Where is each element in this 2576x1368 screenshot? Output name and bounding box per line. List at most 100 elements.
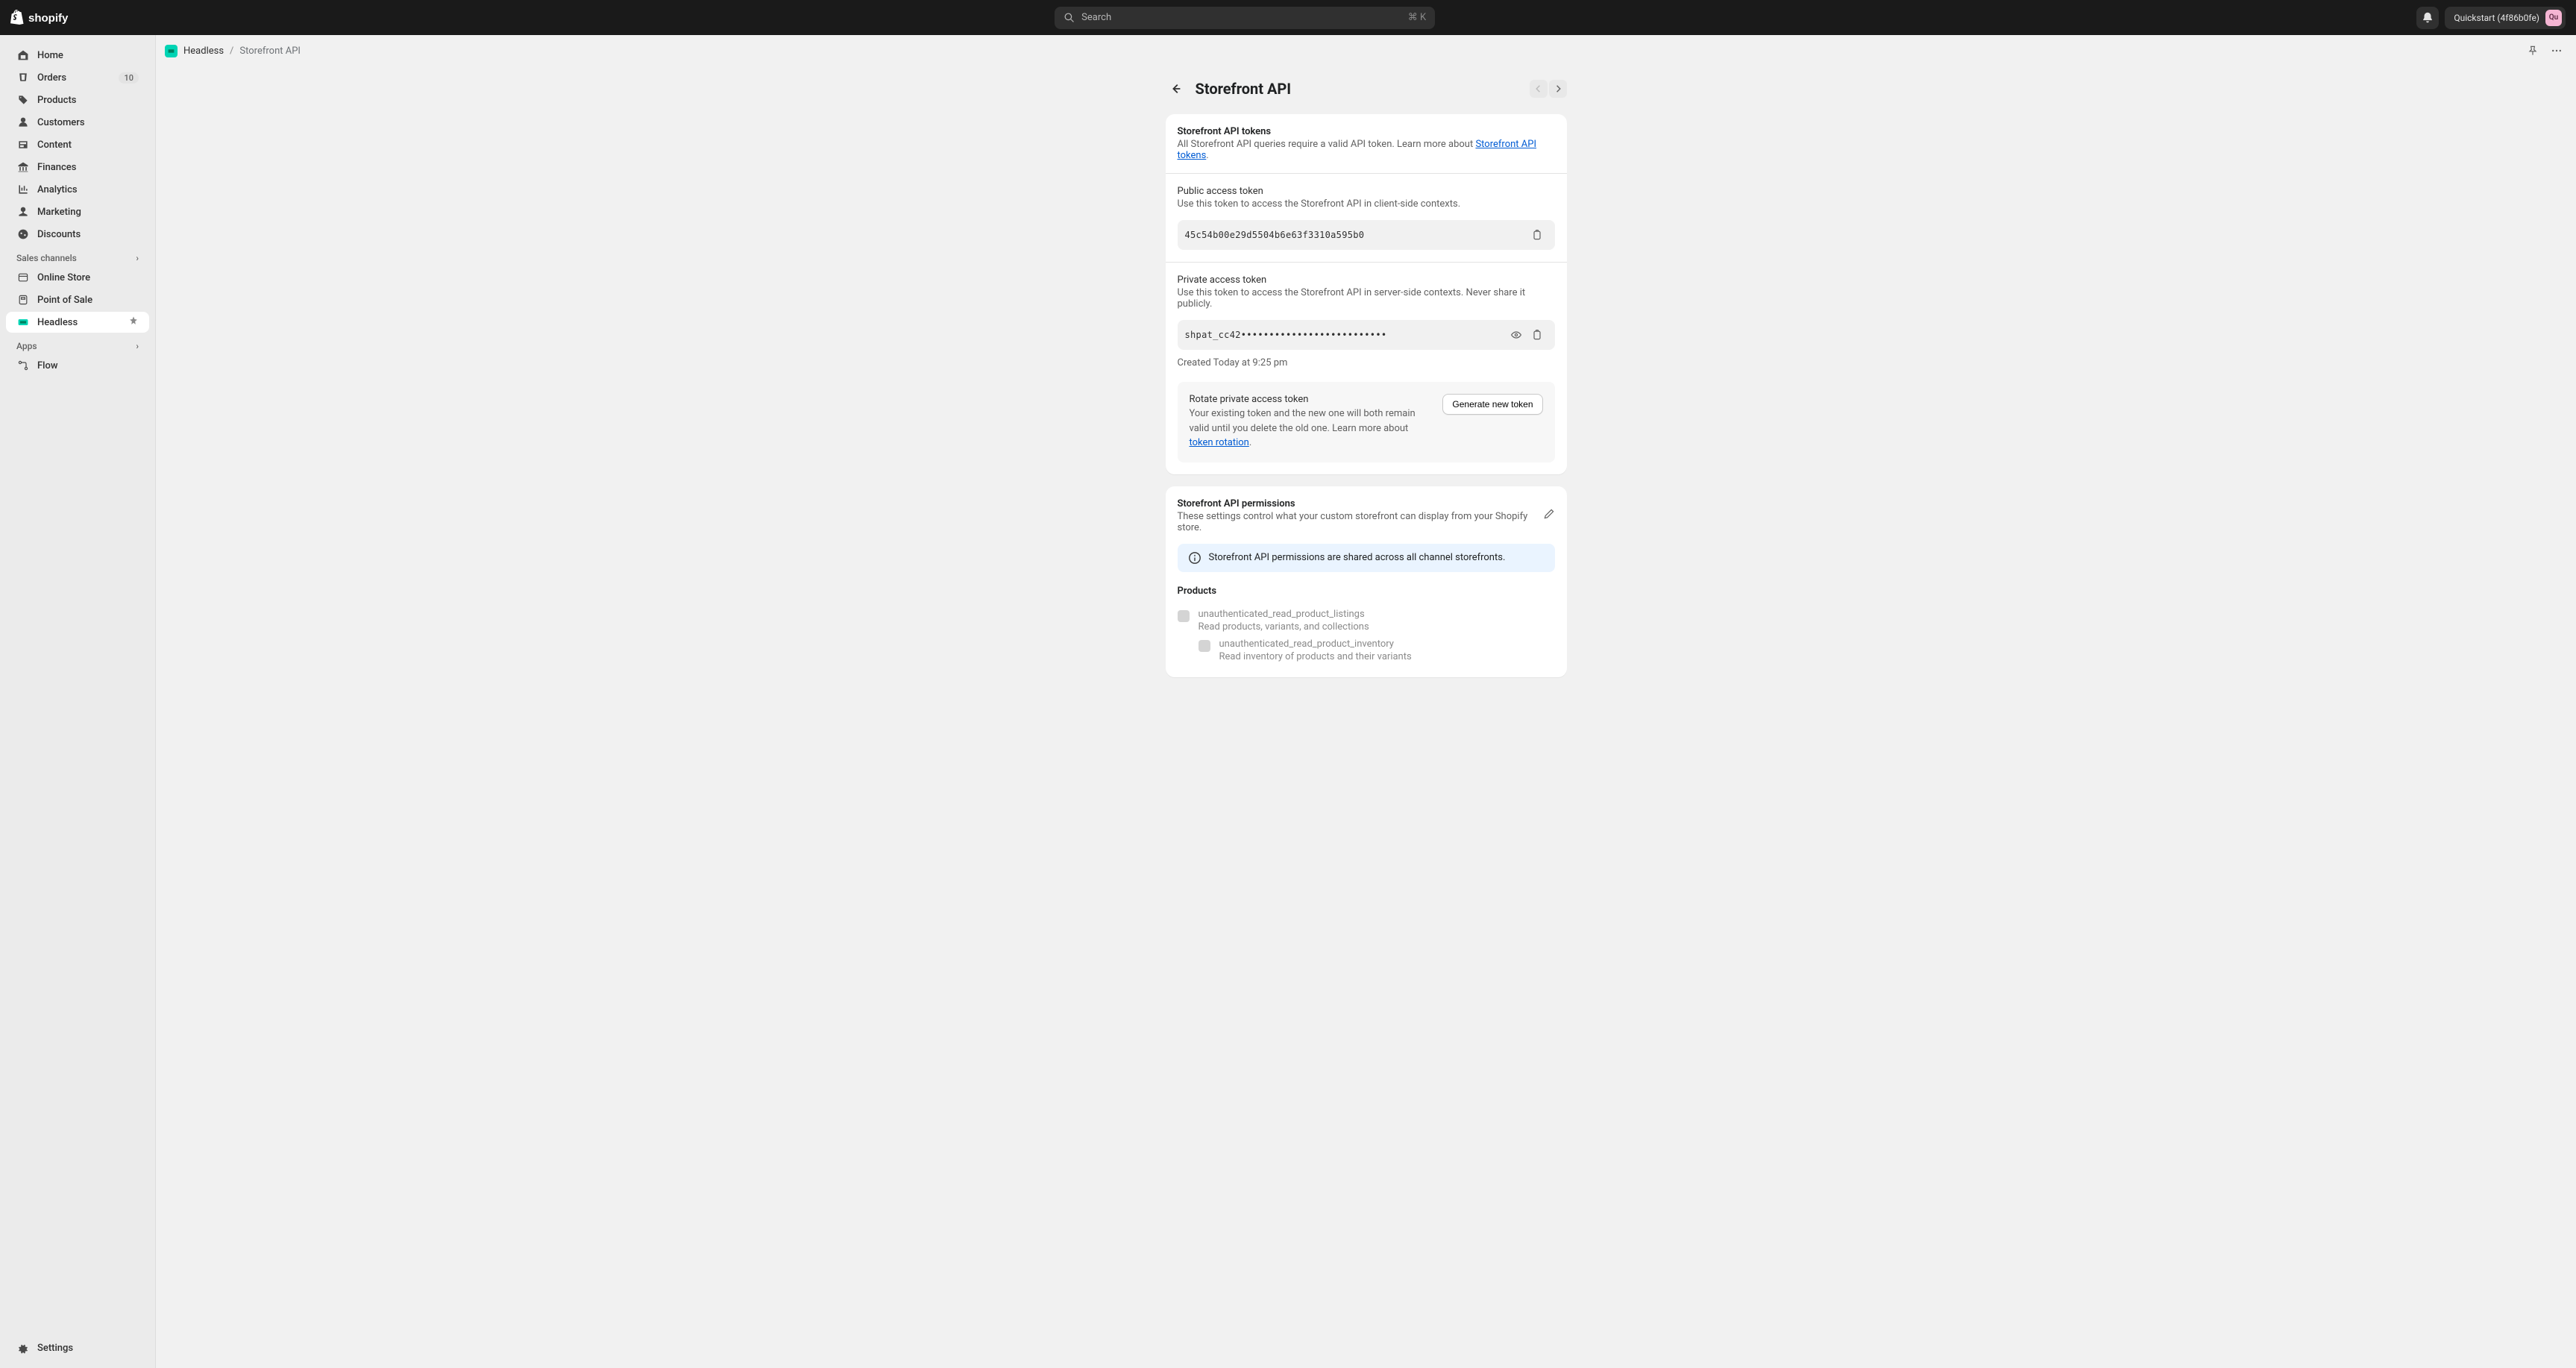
permission-desc: Read products, variants, and collections bbox=[1199, 621, 1369, 633]
edit-permissions-button[interactable] bbox=[1543, 508, 1555, 523]
sidebar-item-customers[interactable]: Customers bbox=[6, 112, 149, 133]
orders-icon bbox=[16, 71, 30, 84]
notifications-button[interactable] bbox=[2416, 7, 2439, 29]
sidebar-item-point-of-sale[interactable]: Point of Sale bbox=[6, 289, 149, 310]
clipboard-icon bbox=[1531, 229, 1543, 241]
discounts-icon bbox=[16, 228, 30, 241]
tokens-card-subtitle: All Storefront API queries require a val… bbox=[1178, 139, 1555, 161]
sidebar-item-flow[interactable]: Flow bbox=[6, 355, 149, 376]
home-icon bbox=[16, 48, 30, 62]
avatar: Qu bbox=[2545, 10, 2562, 26]
store-switcher[interactable]: Quickstart (4f86b0fe) Qu bbox=[2445, 7, 2566, 29]
private-token-field: shpat_cc42•••••••••••••••••••••••••• bbox=[1178, 320, 1555, 350]
flow-icon bbox=[16, 359, 30, 372]
more-actions-button[interactable] bbox=[2546, 40, 2567, 61]
breadcrumb: Headless / Storefront API bbox=[156, 35, 2576, 66]
reveal-private-token-button[interactable] bbox=[1506, 324, 1527, 345]
main-content: Storefront API Storefront API tokens All… bbox=[156, 66, 2576, 719]
chevron-right-icon: › bbox=[136, 341, 139, 351]
permissions-group-products: Products bbox=[1178, 586, 1555, 597]
marketing-icon bbox=[16, 205, 30, 219]
private-token-created: Created Today at 9:25 pm bbox=[1178, 357, 1555, 368]
global-search[interactable]: Search ⌘ K bbox=[1055, 7, 1435, 29]
prev-page-button[interactable] bbox=[1530, 80, 1548, 98]
info-icon bbox=[1188, 551, 1201, 565]
page-title: Storefront API bbox=[1196, 80, 1521, 98]
clipboard-icon bbox=[1531, 329, 1543, 341]
pin-page-button[interactable] bbox=[2522, 40, 2543, 61]
breadcrumb-current: Storefront API bbox=[239, 46, 301, 57]
products-icon bbox=[16, 93, 30, 107]
store-icon bbox=[16, 271, 30, 284]
permissions-card: Storefront API permissions These setting… bbox=[1166, 486, 1567, 677]
svg-text:shopify: shopify bbox=[28, 12, 69, 24]
permissions-subtitle: These settings control what your custom … bbox=[1178, 511, 1543, 533]
sidebar-item-finances[interactable]: Finances bbox=[6, 157, 149, 178]
private-token-label: Private access token bbox=[1178, 274, 1555, 286]
eye-icon bbox=[1510, 329, 1522, 341]
pin-icon[interactable] bbox=[128, 316, 139, 329]
finances-icon bbox=[16, 160, 30, 174]
sidebar-section-apps[interactable]: Apps › bbox=[0, 333, 155, 354]
permission-name: unauthenticated_read_product_inventory bbox=[1219, 638, 1412, 650]
analytics-icon bbox=[16, 183, 30, 196]
chevron-right-icon: › bbox=[136, 253, 139, 263]
sidebar-item-products[interactable]: Products bbox=[6, 90, 149, 110]
generate-token-button[interactable]: Generate new token bbox=[1442, 394, 1542, 415]
permissions-info-banner: Storefront API permissions are shared ac… bbox=[1178, 544, 1555, 572]
tokens-card-title: Storefront API tokens bbox=[1178, 126, 1555, 137]
sidebar-item-content[interactable]: Content bbox=[6, 134, 149, 155]
sidebar-section-sales-channels[interactable]: Sales channels › bbox=[0, 245, 155, 266]
shopify-logo[interactable]: shopify bbox=[10, 10, 73, 26]
page-header: Storefront API bbox=[1166, 78, 1567, 99]
sidebar-item-settings[interactable]: Settings bbox=[6, 1337, 149, 1358]
sidebar: Home Orders 10 Products Customers Conten… bbox=[0, 35, 156, 1368]
permission-row-product-inventory: unauthenticated_read_product_inventory R… bbox=[1178, 636, 1555, 665]
sidebar-item-marketing[interactable]: Marketing bbox=[6, 201, 149, 222]
copy-private-token-button[interactable] bbox=[1527, 324, 1548, 345]
sidebar-item-orders[interactable]: Orders 10 bbox=[6, 67, 149, 88]
chevron-right-icon bbox=[1553, 84, 1563, 94]
content-icon bbox=[16, 138, 30, 151]
banner-text: Storefront API permissions are shared ac… bbox=[1209, 552, 1506, 563]
checkbox-disabled bbox=[1199, 640, 1210, 652]
permissions-title: Storefront API permissions bbox=[1178, 498, 1543, 509]
sidebar-item-online-store[interactable]: Online Store bbox=[6, 267, 149, 288]
private-token-value[interactable]: shpat_cc42•••••••••••••••••••••••••• bbox=[1185, 330, 1506, 340]
rotate-desc: Your existing token and the new one will… bbox=[1190, 407, 1431, 451]
pin-icon bbox=[2527, 45, 2539, 57]
sidebar-item-headless[interactable]: Headless bbox=[6, 312, 149, 333]
orders-badge: 10 bbox=[119, 72, 139, 84]
breadcrumb-separator: / bbox=[230, 46, 233, 57]
permission-desc: Read inventory of products and their var… bbox=[1219, 651, 1412, 662]
permission-row-product-listings: unauthenticated_read_product_listings Re… bbox=[1178, 606, 1555, 636]
pos-icon bbox=[16, 293, 30, 307]
copy-public-token-button[interactable] bbox=[1527, 225, 1548, 245]
public-token-field: 45c54b00e29d5504b6e63f3310a595b0 bbox=[1178, 220, 1555, 250]
sidebar-item-analytics[interactable]: Analytics bbox=[6, 179, 149, 200]
permission-name: unauthenticated_read_product_listings bbox=[1199, 609, 1369, 620]
next-page-button[interactable] bbox=[1549, 80, 1567, 98]
sidebar-item-home[interactable]: Home bbox=[6, 45, 149, 66]
store-name: Quickstart (4f86b0fe) bbox=[2454, 13, 2539, 23]
breadcrumb-app-link[interactable]: Headless bbox=[183, 46, 224, 57]
customers-icon bbox=[16, 116, 30, 129]
sidebar-item-discounts[interactable]: Discounts bbox=[6, 224, 149, 245]
gear-icon bbox=[16, 1341, 30, 1355]
back-button[interactable] bbox=[1166, 78, 1187, 99]
tokens-card: Storefront API tokens All Storefront API… bbox=[1166, 114, 1567, 474]
chevron-left-icon bbox=[1533, 84, 1544, 94]
topbar: shopify Search ⌘ K Quickstart (4f86b0fe)… bbox=[0, 0, 2576, 35]
arrow-left-icon bbox=[1169, 82, 1183, 95]
more-icon bbox=[2551, 45, 2563, 57]
search-placeholder: Search bbox=[1081, 12, 1111, 23]
token-rotation-link[interactable]: token rotation bbox=[1190, 437, 1249, 448]
search-shortcut: ⌘ K bbox=[1408, 12, 1426, 23]
headless-app-icon bbox=[165, 45, 178, 57]
search-icon bbox=[1064, 12, 1075, 24]
public-token-label: Public access token bbox=[1178, 186, 1555, 197]
rotate-title: Rotate private access token bbox=[1190, 394, 1431, 405]
public-token-desc: Use this token to access the Storefront … bbox=[1178, 198, 1555, 210]
public-token-value[interactable]: 45c54b00e29d5504b6e63f3310a595b0 bbox=[1185, 230, 1527, 240]
headless-icon bbox=[16, 316, 30, 329]
